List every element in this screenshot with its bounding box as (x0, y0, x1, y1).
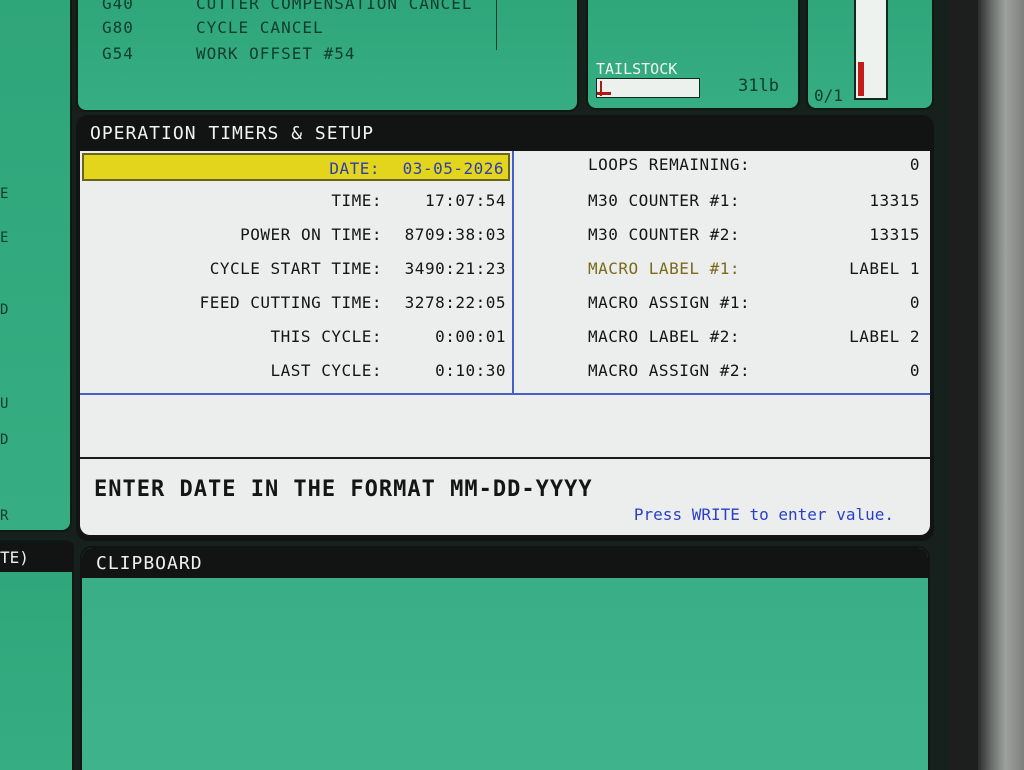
input-prompt: ENTER DATE IN THE FORMAT MM-DD-YYYY (94, 477, 593, 502)
macro-label-2-value[interactable]: LABEL 2 (849, 327, 920, 346)
timers-table: DATE: 03-05-2026 TIME: 17:07:54 POWER ON… (80, 151, 930, 395)
macro-label-1-value[interactable]: LABEL 1 (849, 259, 920, 278)
divider (496, 0, 497, 50)
cycle-start-time-label: CYCLE START TIME: (209, 259, 382, 278)
m30-counter-1-label: M30 COUNTER #1: (588, 191, 740, 210)
last-cycle-label: LAST CYCLE: (270, 361, 382, 380)
m30-counter-2-row[interactable]: M30 COUNTER #2: 13315 (516, 221, 928, 249)
this-cycle-value[interactable]: 0:00:01 (435, 327, 506, 346)
strip-letter: D (0, 302, 9, 318)
code-row: G80 CYCLE CANCEL (102, 18, 323, 37)
feed-cutting-time-label: FEED CUTTING TIME: (199, 293, 382, 312)
m30-counter-2-value[interactable]: 13315 (869, 225, 920, 244)
macro-assign-2-row[interactable]: MACRO ASSIGN #2: 0 (516, 357, 928, 385)
feed-cutting-time-value[interactable]: 3278:22:05 (405, 293, 506, 312)
clipboard-panel[interactable]: CLIPBOARD (80, 546, 930, 770)
this-cycle-label: THIS CYCLE: (270, 327, 382, 346)
this-cycle-row[interactable]: THIS CYCLE: 0:00:01 (80, 323, 510, 351)
time-label: TIME: (331, 191, 382, 210)
g-code-description: WORK OFFSET #54 (196, 44, 356, 63)
monitor-bezel (978, 0, 1024, 770)
date-row[interactable]: DATE: 03-05-2026 (82, 153, 510, 181)
feed-cutting-time-row[interactable]: FEED CUTTING TIME: 3278:22:05 (80, 289, 510, 317)
macro-label-2-row[interactable]: MACRO LABEL #2: LABEL 2 (516, 323, 928, 351)
power-on-time-value[interactable]: 8709:38:03 (405, 225, 506, 244)
macro-assign-2-value[interactable]: 0 (910, 361, 920, 380)
m30-counter-1-row[interactable]: M30 COUNTER #1: 13315 (516, 187, 928, 215)
strip-letter: E (0, 230, 9, 246)
tailstock-force-bar (596, 78, 700, 98)
strip-letter: R (0, 508, 9, 524)
cycle-start-time-row[interactable]: CYCLE START TIME: 3490:21:23 (80, 255, 510, 283)
last-cycle-row[interactable]: LAST CYCLE: 0:10:30 (80, 357, 510, 385)
strip-letter: U (0, 396, 9, 412)
left-side-panel: E E D U D R (0, 0, 72, 532)
time-row[interactable]: TIME: 17:07:54 (80, 187, 510, 215)
tailstock-panel: TAILSTOCK 31lb (586, 0, 800, 110)
g-code: G80 (102, 18, 134, 37)
active-codes-panel: G40 CUTTER COMPENSATION CANCEL G80 CYCLE… (76, 0, 579, 112)
operation-timers-panel: OPERATION TIMERS & SETUP DATE: 03-05-202… (76, 115, 934, 541)
g-code: G40 (102, 0, 134, 13)
input-hint: Press WRITE to enter value. (633, 505, 894, 524)
loops-remaining-label: LOOPS REMAINING: (588, 155, 751, 174)
power-on-time-label: POWER ON TIME: (240, 225, 382, 244)
macro-label-1-row[interactable]: MACRO LABEL #1: LABEL 1 (516, 255, 928, 283)
loops-remaining-value[interactable]: 0 (910, 155, 920, 174)
code-row: G54 WORK OFFSET #54 (102, 44, 355, 63)
cycle-start-time-value[interactable]: 3490:21:23 (405, 259, 506, 278)
date-label: DATE: (329, 159, 380, 178)
date-value-field[interactable]: 03-05-2026 (403, 159, 504, 178)
tailstock-label: TAILSTOCK (596, 60, 678, 78)
left-bottom-panel-title: TE) (0, 542, 74, 572)
g-code: G54 (102, 44, 134, 63)
load-gauge-label: 0/1 (814, 86, 843, 105)
message-area: ENTER DATE IN THE FORMAT MM-DD-YYYY Pres… (80, 457, 930, 535)
macro-assign-2-label: MACRO ASSIGN #2: (588, 361, 751, 380)
load-gauge-bar (854, 0, 888, 100)
tailstock-force-value: 31lb (738, 76, 779, 96)
time-value[interactable]: 17:07:54 (425, 191, 506, 210)
load-gauge-panel: 0/1 (806, 0, 934, 110)
macro-label-2-label: MACRO LABEL #2: (588, 327, 740, 346)
left-bottom-panel: TE) (0, 540, 74, 770)
m30-counter-1-value[interactable]: 13315 (869, 191, 920, 210)
clipboard-title: CLIPBOARD (82, 548, 928, 578)
last-cycle-value[interactable]: 0:10:30 (435, 361, 506, 380)
macro-assign-1-label: MACRO ASSIGN #1: (588, 293, 751, 312)
loops-remaining-row[interactable]: LOOPS REMAINING: 0 (516, 151, 928, 179)
panel-title: OPERATION TIMERS & SETUP (90, 123, 375, 144)
timers-body: DATE: 03-05-2026 TIME: 17:07:54 POWER ON… (80, 151, 930, 535)
tailstock-marker-base (597, 92, 611, 95)
column-divider (512, 151, 514, 395)
code-row: G40 CUTTER COMPENSATION CANCEL (102, 0, 471, 13)
load-gauge-fill (858, 62, 864, 96)
cnc-screen: E E D U D R TE) G40 CUTTER COMPENSATION … (0, 0, 950, 770)
g-code-description: CUTTER COMPENSATION CANCEL (196, 0, 473, 13)
power-on-time-row[interactable]: POWER ON TIME: 8709:38:03 (80, 221, 510, 249)
macro-assign-1-row[interactable]: MACRO ASSIGN #1: 0 (516, 289, 928, 317)
macro-label-1-label: MACRO LABEL #1: (588, 259, 740, 278)
strip-letter: E (0, 186, 9, 202)
g-code-description: CYCLE CANCEL (196, 18, 324, 37)
strip-letter: D (0, 432, 9, 448)
m30-counter-2-label: M30 COUNTER #2: (588, 225, 740, 244)
macro-assign-1-value[interactable]: 0 (910, 293, 920, 312)
